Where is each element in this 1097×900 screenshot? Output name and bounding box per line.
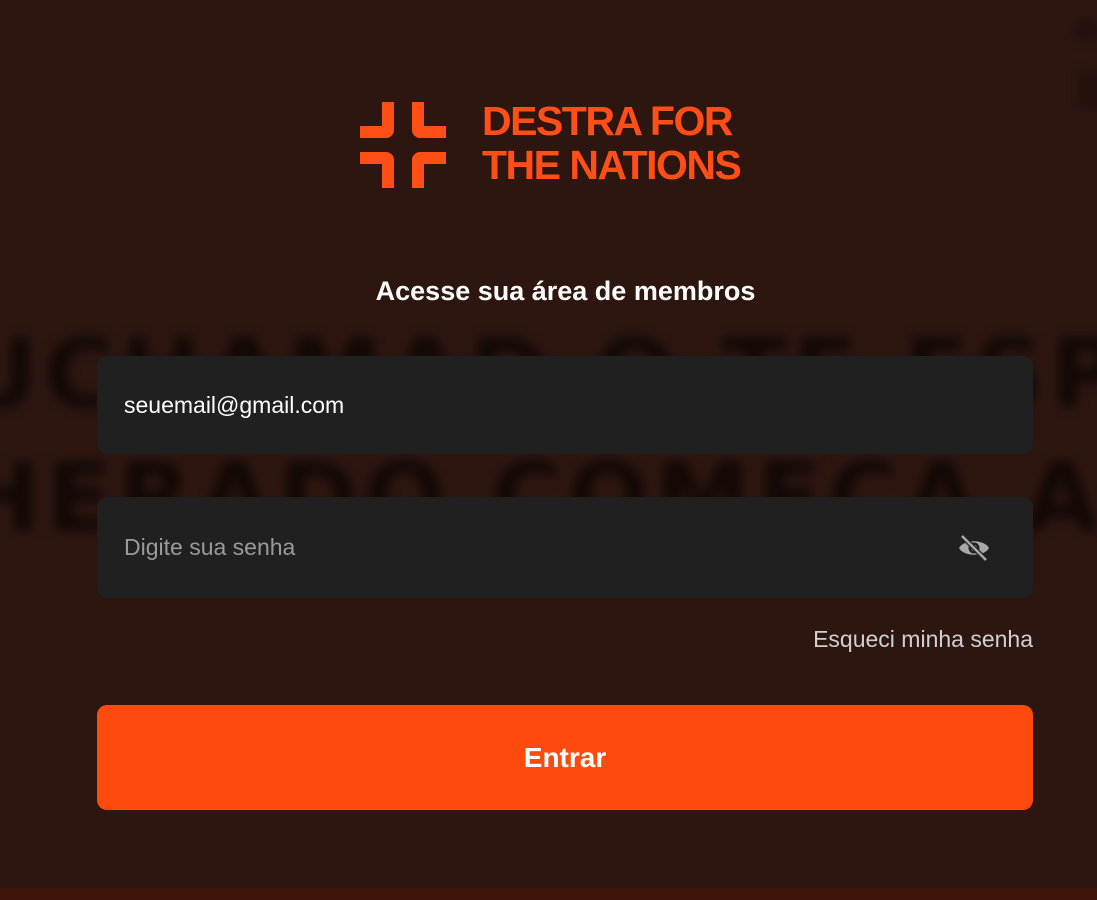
login-title: Acesse sua área de membros xyxy=(375,276,756,306)
brand-logo: DESTRA FOR THE NATIONS xyxy=(358,98,742,190)
password-field-container xyxy=(97,497,1033,598)
forgot-password-link[interactable]: Esqueci minha senha xyxy=(813,626,1033,653)
destra-cross-icon xyxy=(360,102,446,188)
brand-name-line2: THE NATIONS xyxy=(482,142,742,188)
email-field-container xyxy=(97,356,1033,454)
password-input[interactable] xyxy=(124,534,956,561)
login-page: UCHAMAD O TE ESPERA HERADO COMEÇA AGORA … xyxy=(0,0,1097,900)
email-input[interactable] xyxy=(124,391,1006,419)
brand-name: DESTRA FOR THE NATIONS xyxy=(482,98,742,188)
brand-name-line1: DESTRA FOR xyxy=(482,98,733,144)
login-submit-button[interactable]: Entrar xyxy=(97,705,1033,810)
eye-off-icon[interactable] xyxy=(956,533,992,563)
bottom-bar xyxy=(0,888,1097,900)
background-corner-shape xyxy=(1073,16,1097,110)
